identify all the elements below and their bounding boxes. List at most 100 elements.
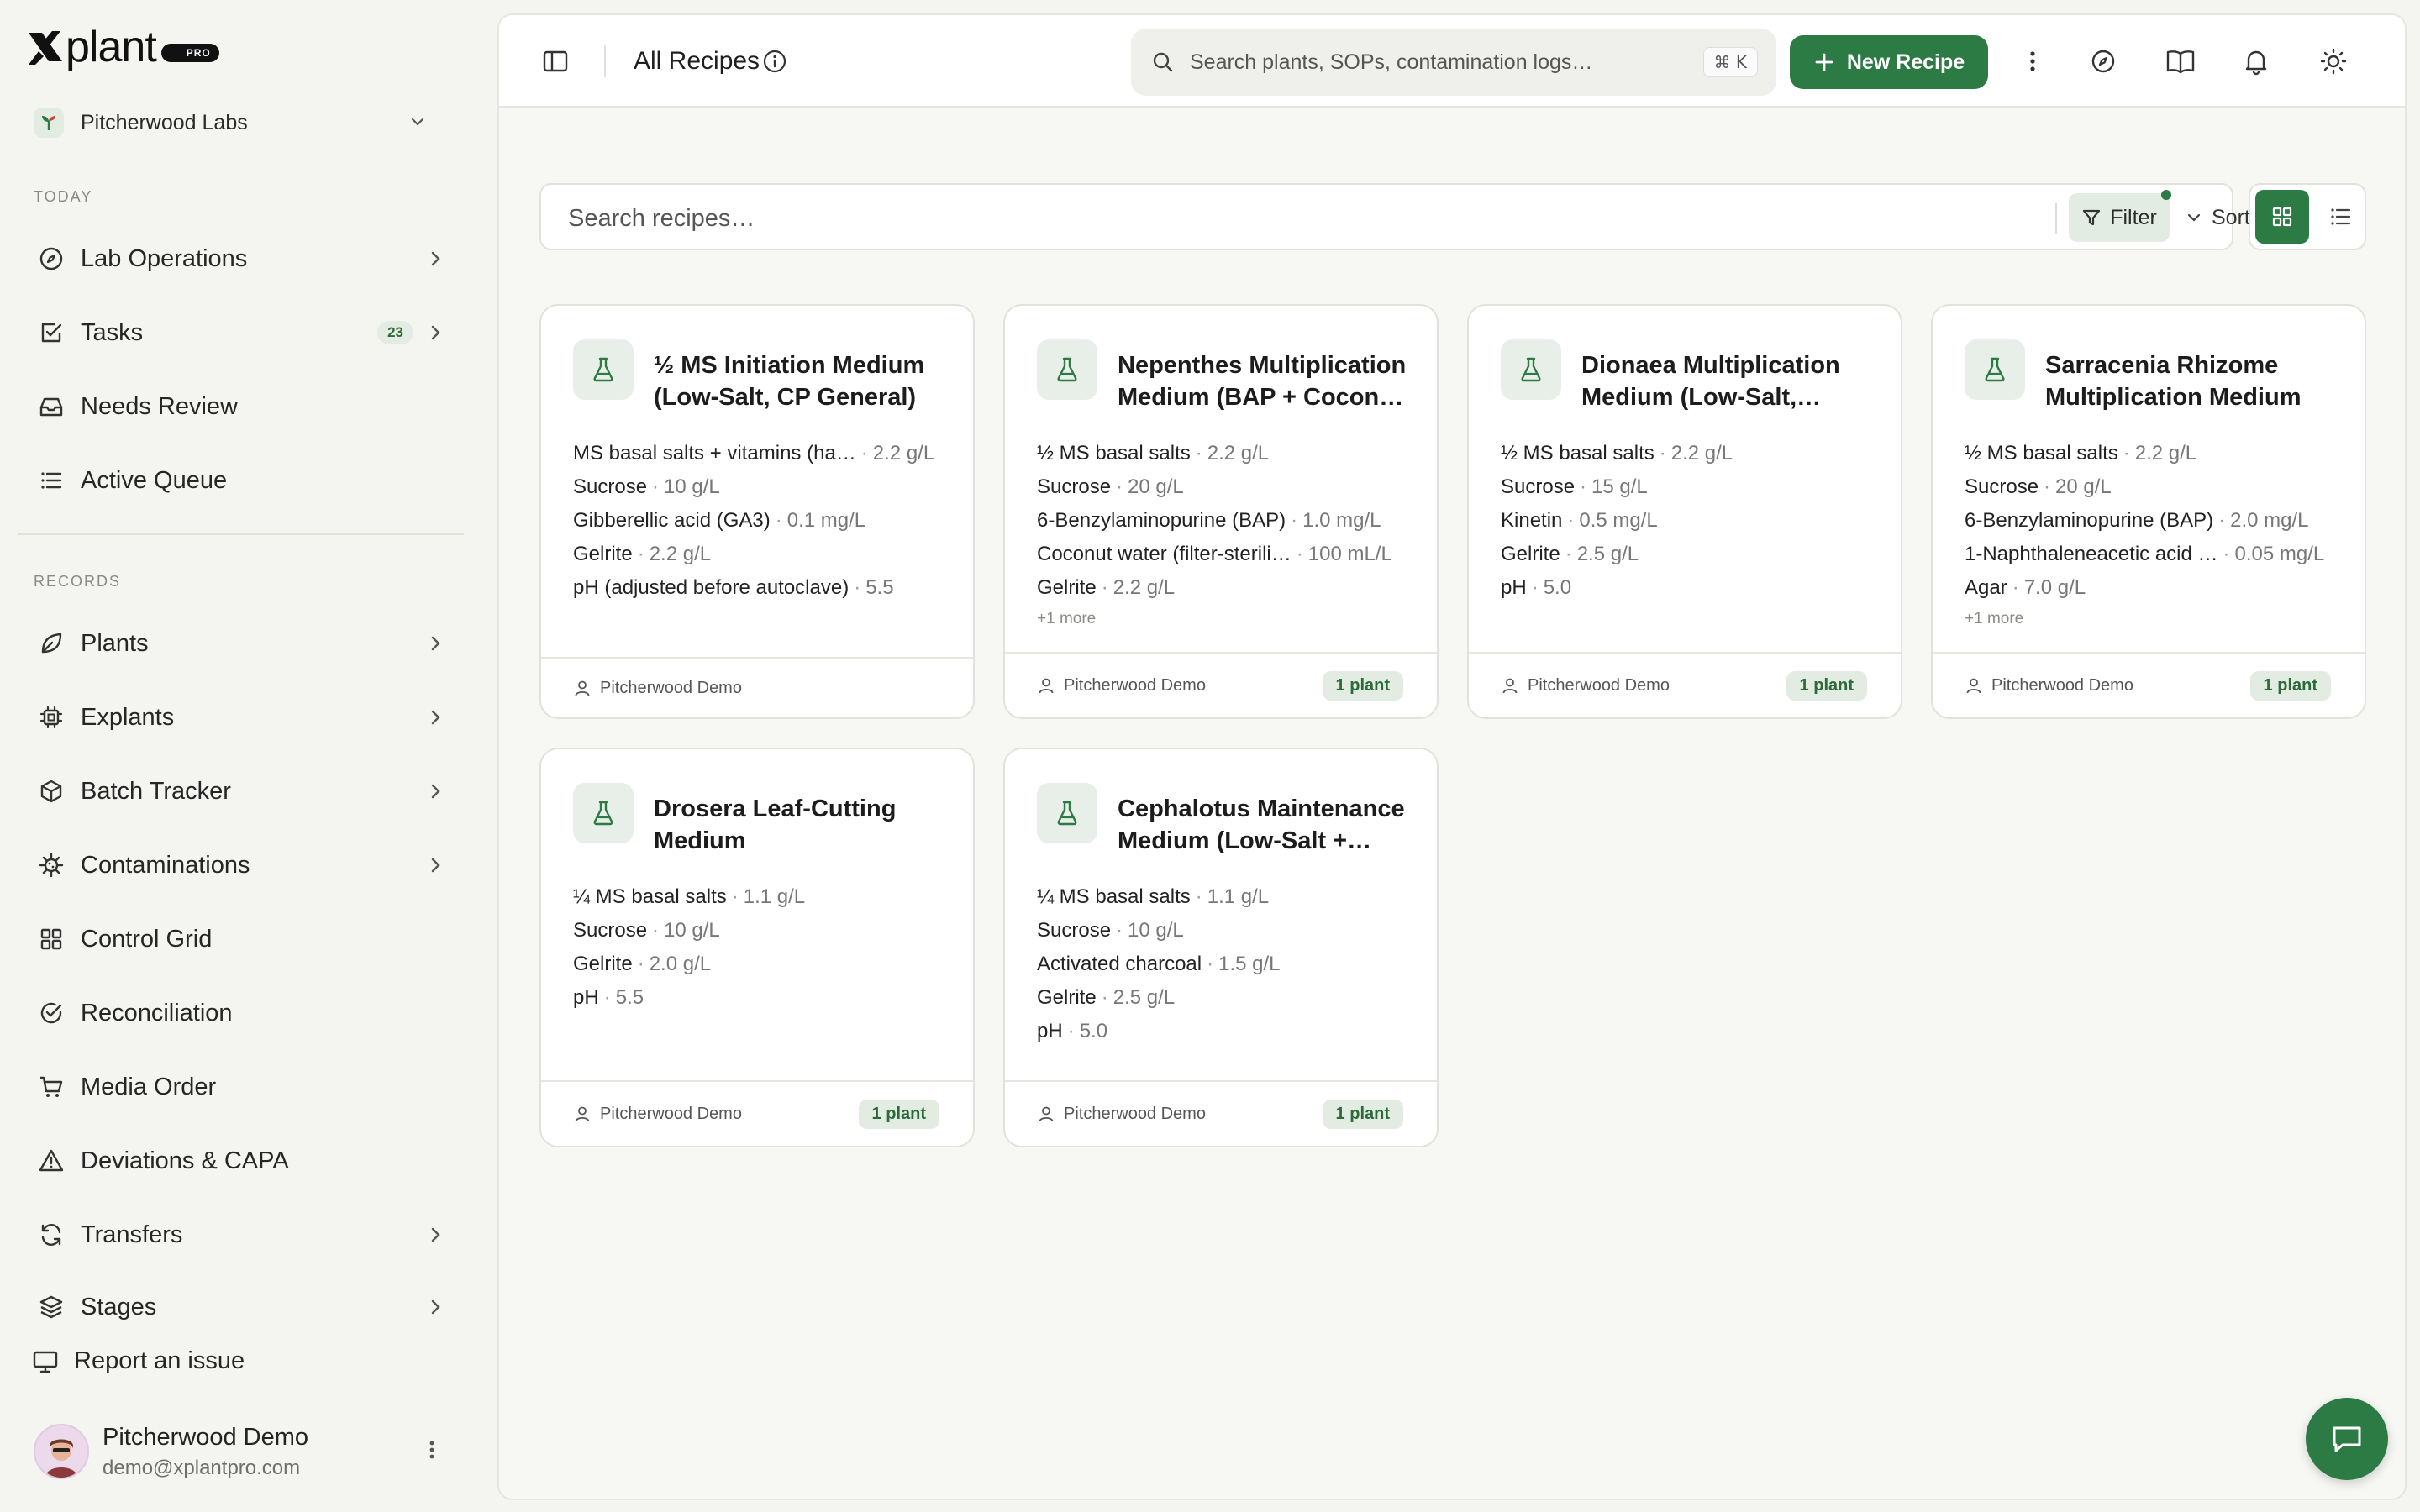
ingredient-name: Kinetin <box>1501 509 1563 532</box>
more-vertical-icon[interactable] <box>420 1438 444 1462</box>
sidebar-item-contaminations[interactable]: Contaminations <box>34 838 462 892</box>
chevron-right-icon <box>431 251 440 266</box>
recipe-title: Dionaea Multiplication Medium (Low-Salt,… <box>1581 352 1840 411</box>
sidebar-item-needs-review[interactable]: Needs Review <box>34 380 462 433</box>
sidebar-item-label: Active Queue <box>81 466 228 494</box>
book-open-icon[interactable] <box>2165 47 2196 76</box>
sidebar-toggle-icon[interactable] <box>541 47 570 76</box>
sidebar-divider <box>18 533 464 535</box>
recipe-icon <box>1037 783 1097 843</box>
chevron-right-icon <box>431 858 440 873</box>
ingredient-row: ½ MS basal salts2.2 g/L <box>1037 437 1423 470</box>
x-logo-icon <box>29 31 62 65</box>
sidebar-item-transfers[interactable]: Transfers <box>34 1208 462 1262</box>
ingredient-list: ½ MS basal salts2.2 g/LSucrose20 g/L6-Be… <box>1965 437 2351 628</box>
ingredient-row: Sucrose20 g/L <box>1037 470 1423 504</box>
more-ingredients-link[interactable]: +1 more <box>1037 610 1423 628</box>
sidebar-item-plants[interactable]: Plants <box>34 617 462 670</box>
new-recipe-button[interactable]: New Recipe <box>1790 35 1988 89</box>
sun-icon[interactable] <box>2319 47 2348 76</box>
ingredient-amount: 1.1 g/L <box>732 885 805 909</box>
chat-button[interactable] <box>2306 1398 2388 1480</box>
ingredient-row: Sucrose10 g/L <box>573 470 960 504</box>
filter-label: Filter <box>2110 205 2157 229</box>
plant-count-badge: 1 plant <box>2249 670 2331 701</box>
ingredient-name: Sucrose <box>1965 475 2039 498</box>
ingredient-row: Kinetin0.5 mg/L <box>1501 504 1887 538</box>
recipe-search-bar[interactable]: Search recipes… Filter Sort <box>539 183 2250 250</box>
sidebar-item-lab-operations[interactable]: Lab Operations <box>34 232 462 286</box>
user-name: Pitcherwood Demo <box>103 1423 308 1451</box>
ingredient-row: Sucrose20 g/L <box>1965 470 2351 504</box>
ingredient-row: MS basal salts + vitamins (ha…2.2 g/L <box>573 437 960 470</box>
recipe-card-footer: Pitcherwood Demo 1 plant <box>541 1080 973 1146</box>
flask-icon <box>1985 357 2005 382</box>
bell-icon[interactable] <box>2242 47 2270 76</box>
info-icon[interactable] <box>761 48 788 75</box>
recipe-title: Cephalotus Maintenance Medium (Low-Salt … <box>1118 795 1405 854</box>
ingredient-amount: 20 g/L <box>2044 475 2112 499</box>
sidebar-item-explants[interactable]: Explants <box>34 690 462 744</box>
ingredient-amount: 2.0 g/L <box>638 953 711 976</box>
sidebar-item-label: Explants <box>81 703 175 731</box>
ingredient-row: Sucrose10 g/L <box>1037 914 1423 948</box>
ingredient-name: ½ MS basal salts <box>1501 442 1655 465</box>
ingredient-name: Gelrite <box>1037 986 1097 1009</box>
user-icon <box>575 680 590 696</box>
page-title: All Recipes <box>634 47 760 75</box>
topbar: All Recipes Search plants, SOPs, contami… <box>499 15 2405 108</box>
ingredient-name: ¼ MS basal salts <box>573 885 727 908</box>
more-ingredients-link[interactable]: +1 more <box>1965 610 2351 628</box>
grid-icon <box>37 925 66 953</box>
recipe-card[interactable]: Dionaea Multiplication Medium (Low-Salt,… <box>1467 304 1902 719</box>
user-icon <box>1039 1106 1054 1122</box>
sidebar-item-deviations-capa[interactable]: Deviations & CAPA <box>34 1134 462 1188</box>
recipe-owner: Pitcherwood Demo <box>1037 1105 1206 1124</box>
sidebar-item-label: Batch Tracker <box>81 777 231 805</box>
sprout-icon <box>34 108 64 138</box>
ingredient-amount: 2.2 g/L <box>1660 442 1733 465</box>
ingredient-amount: 2.2 g/L <box>2123 442 2196 465</box>
recipe-card[interactable]: Drosera Leaf-Cutting Medium ¼ MS basal sa… <box>539 748 975 1147</box>
recipe-card[interactable]: ½ MS Initiation Medium (Low-Salt, CP Gen… <box>539 304 975 719</box>
sidebar-item-control-grid[interactable]: Control Grid <box>34 912 462 966</box>
ingredient-name: Gelrite <box>573 953 633 975</box>
sidebar-item-tasks[interactable]: Tasks 23 <box>34 306 462 360</box>
global-search[interactable]: Search plants, SOPs, contamination logs…… <box>1131 29 1776 96</box>
sidebar-item-media-order[interactable]: Media Order <box>34 1060 462 1114</box>
view-toggle <box>2249 183 2366 250</box>
checkbox-icon <box>37 318 66 347</box>
user-email: demo@xplantpro.com <box>103 1456 301 1479</box>
owner-name: Pitcherwood Demo <box>1064 675 1206 695</box>
ingredient-row: 6-Benzylaminopurine (BAP)2.0 mg/L <box>1965 504 2351 538</box>
monitor-icon <box>33 1351 58 1373</box>
app-logo[interactable]: plant PRO <box>27 25 219 69</box>
list-view-icon[interactable] <box>2321 197 2361 237</box>
ingredient-name: Gelrite <box>573 543 633 565</box>
recipe-card[interactable]: Nepenthes Multiplication Medium (BAP + C… <box>1003 304 1439 719</box>
flask-icon <box>1057 357 1077 382</box>
recipe-owner: Pitcherwood Demo <box>573 679 742 698</box>
sidebar-item-reconciliation[interactable]: Reconciliation <box>34 986 462 1040</box>
user-profile[interactable]: Pitcherwood Demo demo@xplantpro.com <box>34 1420 462 1483</box>
sidebar-item-active-queue[interactable]: Active Queue <box>34 454 462 507</box>
compass-icon[interactable] <box>2089 47 2118 76</box>
topbar-divider <box>604 45 606 77</box>
recipe-card[interactable]: Cephalotus Maintenance Medium (Low-Salt … <box>1003 748 1439 1147</box>
sidebar-item-batch-tracker[interactable]: Batch Tracker <box>34 764 462 818</box>
ingredient-name: Agar <box>1965 576 2007 599</box>
recipe-card[interactable]: Sarracenia Rhizome Multiplication Medium… <box>1931 304 2366 719</box>
report-issue-link[interactable]: Report an issue <box>32 1347 245 1375</box>
ingredient-row: ¼ MS basal salts1.1 g/L <box>1037 880 1423 914</box>
grid-view-button[interactable] <box>2255 190 2309 244</box>
org-switcher[interactable]: Pitcherwood Labs <box>34 101 445 144</box>
recipe-title: Drosera Leaf-Cutting Medium <box>654 795 897 854</box>
ingredient-name: Activated charcoal <box>1037 953 1202 975</box>
flask-icon <box>593 357 613 382</box>
ingredient-list: ¼ MS basal salts1.1 g/LSucrose10 g/L Acti… <box>1037 880 1423 1048</box>
more-vertical-icon[interactable] <box>2018 47 2047 76</box>
sidebar-item-label: Tasks <box>81 318 144 346</box>
ingredient-row: 6-Benzylaminopurine (BAP)1.0 mg/L <box>1037 504 1423 538</box>
filter-button[interactable]: Filter <box>2069 190 2171 242</box>
sidebar-item-stages[interactable]: Stages <box>34 1280 462 1334</box>
